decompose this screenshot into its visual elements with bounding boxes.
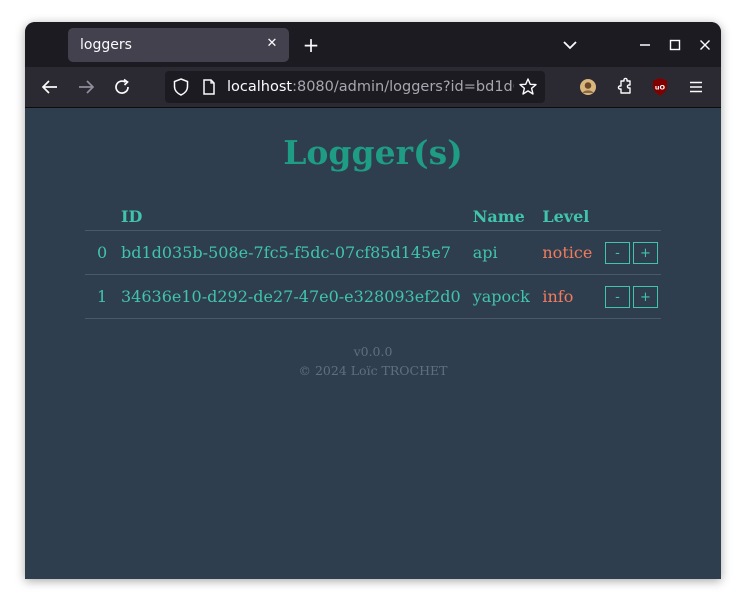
decrease-level-button[interactable]: - <box>605 285 630 308</box>
row-index: 1 <box>85 274 109 319</box>
header-name: Name <box>460 202 531 231</box>
row-level: notice <box>530 230 593 275</box>
footer-copyright: © 2024 Loïc TROCHET <box>298 363 448 378</box>
close-icon[interactable]: ✕ <box>261 33 283 55</box>
page-icon[interactable] <box>200 78 218 96</box>
plus-icon[interactable]: + <box>300 35 322 57</box>
page-title: Logger(s) <box>283 133 463 172</box>
tab-bar: loggers ✕ + <box>25 22 721 67</box>
footer: v0.0.0 © 2024 Loïc TROCHET <box>25 342 721 380</box>
star-icon[interactable] <box>518 77 538 97</box>
reload-icon[interactable] <box>111 76 133 98</box>
row-level: info <box>530 274 593 319</box>
row-actions: - + <box>593 230 661 275</box>
row-actions: - + <box>593 274 661 319</box>
url-text[interactable]: localhost:8080/admin/loggers?id=bd1d035b… <box>227 79 514 95</box>
forward-icon[interactable] <box>75 76 97 98</box>
url-path: :8080/admin/loggers?id=bd1d035b-508e-7fc… <box>292 79 514 95</box>
close-window-icon[interactable] <box>694 34 716 56</box>
header-id: ID <box>108 202 461 231</box>
header-index <box>85 202 109 231</box>
url-bar[interactable]: localhost:8080/admin/loggers?id=bd1d035b… <box>165 71 545 103</box>
row-index: 0 <box>85 230 109 275</box>
shield-icon[interactable] <box>171 77 191 97</box>
nav-bar: localhost:8080/admin/loggers?id=bd1d035b… <box>25 67 721 108</box>
row-id: 34636e10-d292-de27-47e0-e328093ef2d0 <box>108 274 461 319</box>
extensions-icon[interactable] <box>614 76 636 98</box>
increase-level-button[interactable]: + <box>633 241 658 264</box>
table-row: 1 34636e10-d292-de27-47e0-e328093ef2d0 y… <box>85 274 661 319</box>
menu-icon[interactable] <box>685 76 707 98</box>
row-name: api <box>460 230 531 275</box>
page-content: Logger(s) ID Name Level 0 bd1d035b-508e-… <box>25 108 721 579</box>
url-host: localhost <box>227 79 293 95</box>
footer-version: v0.0.0 <box>353 344 393 359</box>
header-level: Level <box>530 202 593 231</box>
tab-title: loggers <box>80 37 132 53</box>
increase-level-button[interactable]: + <box>633 285 658 308</box>
header-actions <box>593 202 661 231</box>
svg-text:uO: uO <box>655 84 666 92</box>
tab-loggers[interactable]: loggers ✕ <box>68 28 289 62</box>
maximize-icon[interactable] <box>664 34 686 56</box>
ublock-icon[interactable]: uO <box>649 76 671 98</box>
avatar-icon[interactable] <box>577 76 599 98</box>
back-icon[interactable] <box>39 76 61 98</box>
row-name: yapock <box>460 274 531 319</box>
minimize-icon[interactable] <box>634 34 656 56</box>
browser-window: loggers ✕ + localhost:8080/admin/loggers… <box>25 22 721 579</box>
loggers-table: ID Name Level 0 bd1d035b-508e-7fc5-f5dc-… <box>85 202 661 319</box>
table-row: 0 bd1d035b-508e-7fc5-f5dc-07cf85d145e7 a… <box>85 230 661 275</box>
chevron-down-icon[interactable] <box>559 34 581 56</box>
table-header-row: ID Name Level <box>85 202 661 231</box>
row-id: bd1d035b-508e-7fc5-f5dc-07cf85d145e7 <box>108 230 461 275</box>
decrease-level-button[interactable]: - <box>605 241 630 264</box>
